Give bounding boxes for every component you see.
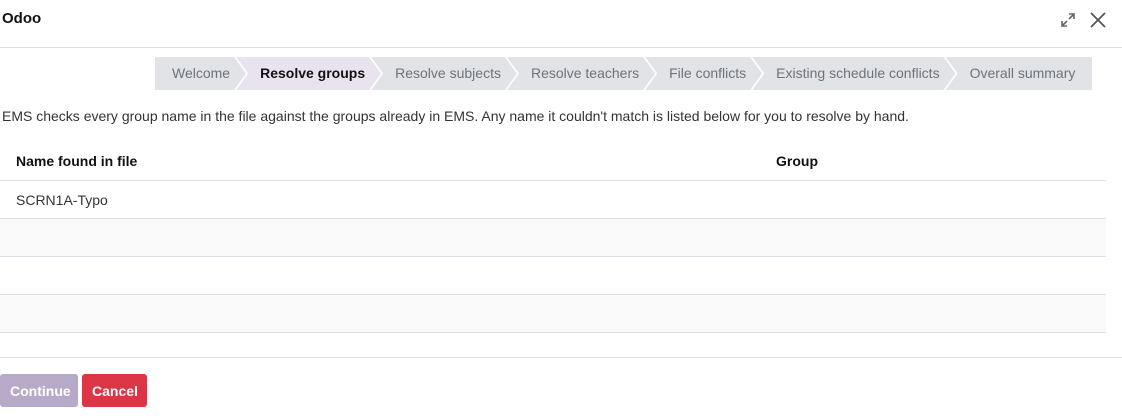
cell-name: SCRN1A-Typo bbox=[16, 192, 108, 208]
step-resolve-teachers[interactable]: Resolve teachers bbox=[507, 57, 655, 90]
table-row[interactable]: SCRN1A-Typo bbox=[0, 181, 1106, 219]
table-row bbox=[0, 257, 1106, 295]
description-text: EMS checks every group name in the file … bbox=[2, 108, 909, 124]
unmatched-groups-table: Name found in file Group SCRN1A-Typo bbox=[0, 142, 1106, 333]
step-resolve-subjects[interactable]: Resolve subjects bbox=[371, 57, 517, 90]
step-existing-schedule-conflicts[interactable]: Existing schedule conflicts bbox=[752, 57, 955, 90]
continue-button[interactable]: Continue bbox=[0, 374, 78, 407]
table-row bbox=[0, 219, 1106, 257]
close-icon[interactable] bbox=[1088, 10, 1108, 30]
cancel-button[interactable]: Cancel bbox=[82, 374, 147, 407]
step-file-conflicts[interactable]: File conflicts bbox=[645, 57, 762, 90]
table-row bbox=[0, 295, 1106, 333]
step-welcome[interactable]: Welcome bbox=[155, 57, 246, 90]
table-header: Name found in file Group bbox=[0, 142, 1106, 181]
dialog-header: Odoo bbox=[0, 0, 1122, 48]
step-resolve-groups[interactable]: Resolve groups bbox=[236, 57, 381, 90]
expand-icon[interactable] bbox=[1058, 10, 1078, 30]
column-name-found: Name found in file bbox=[16, 153, 138, 169]
column-group: Group bbox=[776, 153, 818, 169]
footer-divider bbox=[0, 357, 1122, 358]
table-body: SCRN1A-Typo bbox=[0, 181, 1106, 333]
wizard-steps: Welcome Resolve groups Resolve subjects … bbox=[155, 57, 1093, 90]
dialog-title: Odoo bbox=[2, 10, 42, 27]
step-overall-summary[interactable]: Overall summary bbox=[945, 57, 1093, 90]
